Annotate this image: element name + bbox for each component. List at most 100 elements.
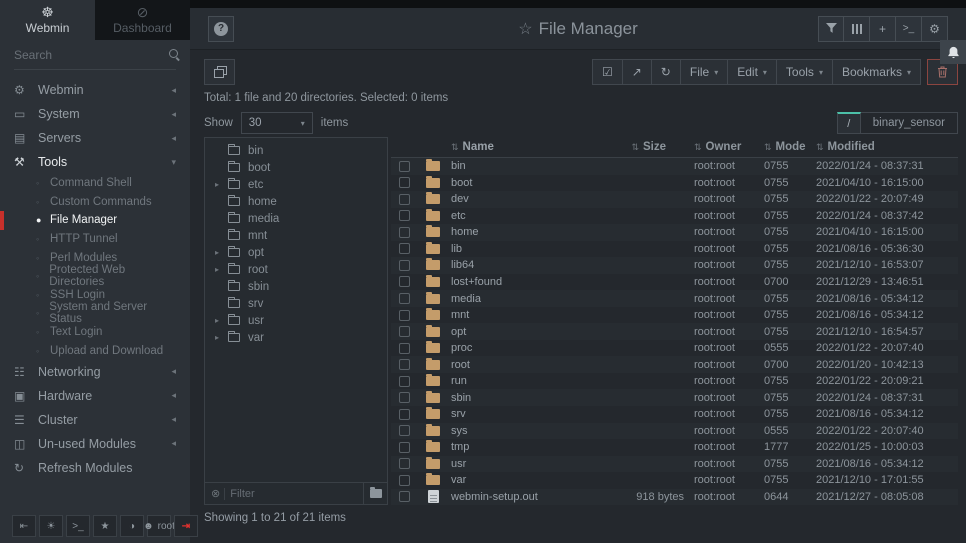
user-button[interactable]: ☻ root [147,515,171,537]
file-name[interactable]: boot [449,177,586,189]
tree-item-usr[interactable]: ▸usr [205,312,387,329]
file-name[interactable]: sbin [449,392,586,404]
table-row-proc[interactable]: procroot:root05552022/01/22 - 20:07:40 [391,340,958,357]
expand-caret-icon[interactable]: ▸ [215,333,224,342]
columns-button[interactable] [844,16,870,42]
row-checkbox[interactable] [399,491,410,502]
help-button[interactable]: ? [208,16,234,42]
tree-item-bin[interactable]: bin [205,142,387,159]
sidebar-item-upload-and-download[interactable]: ◦Upload and Download [0,341,190,360]
tab-dashboard[interactable]: ⊘ Dashboard [95,0,190,40]
sidebar-item-tools[interactable]: ⚒Tools▾ [0,150,190,174]
table-row-etc[interactable]: etcroot:root07552022/01/24 - 08:37:42 [391,208,958,225]
sidebar-item-command-shell[interactable]: ◦Command Shell [0,174,190,193]
row-checkbox[interactable] [399,392,410,403]
row-checkbox[interactable] [399,475,410,486]
row-checkbox[interactable] [399,293,410,304]
tree-item-boot[interactable]: boot [205,159,387,176]
copy-path-button[interactable] [204,59,235,85]
file-name[interactable]: webmin-setup.out [449,491,586,503]
table-row-lost-found[interactable]: lost+foundroot:root07002021/12/29 - 13:4… [391,274,958,291]
table-row-dev[interactable]: devroot:root07552022/01/22 - 20:07:49 [391,191,958,208]
tree-item-var[interactable]: ▸var [205,329,387,346]
table-row-root[interactable]: rootroot:root07002022/01/20 - 10:42:13 [391,356,958,373]
file-name[interactable]: var [449,474,586,486]
table-row-home[interactable]: homeroot:root07552021/04/10 - 16:15:00 [391,224,958,241]
row-checkbox[interactable] [399,161,410,172]
bookmarks-menu-button[interactable]: Bookmarks ▾ [833,59,921,85]
row-checkbox[interactable] [399,210,410,221]
search-input[interactable] [14,48,169,62]
expand-caret-icon[interactable]: ▸ [215,180,224,189]
sidebar-item-custom-commands[interactable]: ◦Custom Commands [0,193,190,212]
file-name[interactable]: root [449,359,586,371]
file-menu-button[interactable]: File ▾ [681,59,728,85]
page-size-select[interactable]: 30 ▾ [241,112,313,134]
tree-folder-button[interactable] [363,483,387,504]
table-row-media[interactable]: mediaroot:root07552021/08/16 - 05:34:12 [391,290,958,307]
file-name[interactable]: lost+found [449,276,586,288]
logout-button[interactable]: ⇥ [174,515,198,537]
table-row-bin[interactable]: binroot:root07552022/01/24 - 08:37:31 [391,158,958,175]
tree-item-opt[interactable]: ▸opt [205,244,387,261]
refresh-button[interactable]: ↻ [652,59,681,85]
file-name[interactable]: etc [449,210,586,222]
tree-item-root[interactable]: ▸root [205,261,387,278]
row-checkbox[interactable] [399,376,410,387]
row-checkbox[interactable] [399,359,410,370]
add-button[interactable]: + [870,16,896,42]
sidebar-item-servers[interactable]: ▤Servers◂ [0,126,190,150]
language-button[interactable]: ◑ [120,515,144,537]
tree-item-srv[interactable]: srv [205,295,387,312]
expand-caret-icon[interactable]: ▸ [215,248,224,257]
share-button[interactable]: ↗ [623,59,652,85]
file-name[interactable]: opt [449,326,586,338]
sidebar-item-refresh-modules[interactable]: ↻Refresh Modules [0,456,190,480]
row-checkbox[interactable] [399,260,410,271]
table-row-tmp[interactable]: tmproot:root17772022/01/25 - 10:00:03 [391,439,958,456]
sidebar-item-un-used-modules[interactable]: ◫Un-used Modules◂ [0,432,190,456]
filter-button[interactable] [818,16,844,42]
file-name[interactable]: sys [449,425,586,437]
column-header-name[interactable]: ⇅Name [449,141,586,153]
sidebar-item-protected-web-directories[interactable]: ◦Protected Web Directories [0,267,190,286]
table-row-boot[interactable]: bootroot:root07552021/04/10 - 16:15:00 [391,175,958,192]
table-row-srv[interactable]: srvroot:root07552021/08/16 - 05:34:12 [391,406,958,423]
sidebar-item-hardware[interactable]: ▣Hardware◂ [0,384,190,408]
row-checkbox[interactable] [399,227,410,238]
settings-button[interactable]: ⚙ [922,16,948,42]
file-name[interactable]: proc [449,342,586,354]
expand-caret-icon[interactable]: ▸ [215,316,224,325]
file-name[interactable]: lib [449,243,586,255]
row-checkbox[interactable] [399,177,410,188]
table-row-sys[interactable]: sysroot:root05552022/01/22 - 20:07:40 [391,423,958,440]
tools-menu-button[interactable]: Tools ▾ [777,59,833,85]
table-row-lib64[interactable]: lib64root:root07552021/12/10 - 16:53:07 [391,257,958,274]
table-row-webmin-setup-out[interactable]: webmin-setup.out918 bytesroot:root064420… [391,489,958,506]
row-checkbox[interactable] [399,243,410,254]
file-name[interactable]: dev [449,193,586,205]
column-header-size[interactable]: ⇅Size [586,141,694,153]
row-checkbox[interactable] [399,442,410,453]
file-name[interactable]: run [449,375,586,387]
tree-item-etc[interactable]: ▸etc [205,176,387,193]
sidebar-item-text-login[interactable]: ◦Text Login [0,323,190,342]
tab-webmin[interactable]: ☸ Webmin [0,0,95,40]
table-row-mnt[interactable]: mntroot:root07552021/08/16 - 05:34:12 [391,307,958,324]
tree-item-sbin[interactable]: sbin [205,278,387,295]
column-header-mode[interactable]: ⇅Mode [764,141,816,153]
expand-caret-icon[interactable]: ▸ [215,265,224,274]
edit-menu-button[interactable]: Edit ▾ [728,59,777,85]
sidebar-item-system[interactable]: ▭System◂ [0,102,190,126]
row-checkbox[interactable] [399,343,410,354]
tree-filter-input[interactable] [230,488,363,500]
terminal-button[interactable]: >_ [66,515,90,537]
tree-item-mnt[interactable]: mnt [205,227,387,244]
column-header-owner[interactable]: ⇅Owner [694,141,764,153]
row-checkbox[interactable] [399,276,410,287]
file-name[interactable]: lib64 [449,259,586,271]
current-path[interactable]: binary_sensor [861,112,958,134]
row-checkbox[interactable] [399,425,410,436]
sidebar-item-networking[interactable]: ☷Networking◂ [0,360,190,384]
table-row-usr[interactable]: usrroot:root07552021/08/16 - 05:34:12 [391,456,958,473]
